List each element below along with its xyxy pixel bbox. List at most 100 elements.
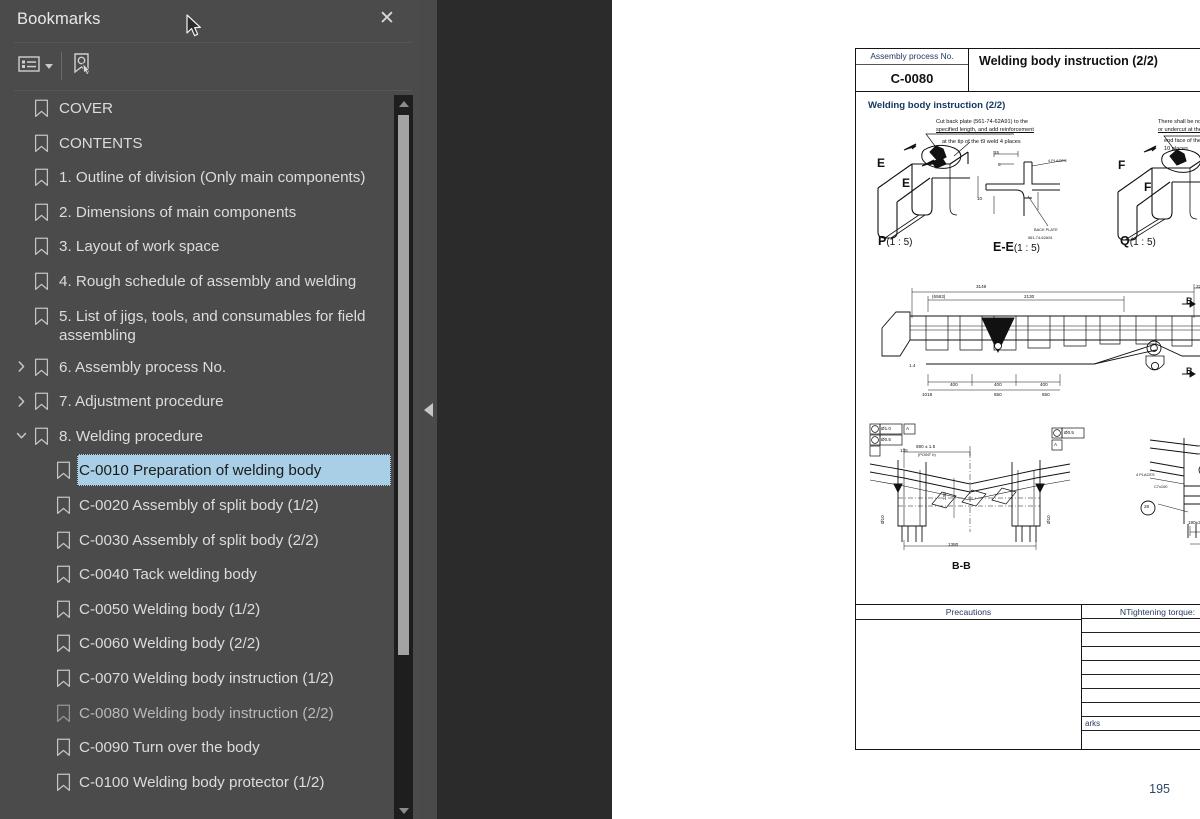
pdf-page: Assembly process No. C-0080 Welding body… xyxy=(612,0,1200,819)
scroll-down-arrow-icon[interactable] xyxy=(394,802,413,819)
bookmark-item[interactable]: 6. Assembly process No. xyxy=(0,351,395,386)
bookmarks-panel-header: Bookmarks ✕ xyxy=(0,0,420,40)
bookmark-icon xyxy=(56,634,71,653)
new-bookmark-button[interactable] xyxy=(72,50,94,82)
bb-dim-1380: 1380 xyxy=(948,542,959,547)
bookmark-icon xyxy=(56,496,71,515)
close-icon[interactable]: ✕ xyxy=(374,6,400,32)
bookmark-item[interactable]: 1. Outline of division (Only main compon… xyxy=(0,161,395,196)
bookmark-item[interactable]: 7. Adjustment procedure xyxy=(0,385,395,420)
bookmark-item-label: 8. Welding procedure xyxy=(59,427,204,445)
bookmark-icon xyxy=(34,99,49,118)
detail-p-section-letter-e2: E xyxy=(902,176,911,190)
side-dim-bracket: (6563) xyxy=(932,294,946,299)
bookmark-item-label: 2. Dimensions of main components xyxy=(59,203,297,221)
bookmark-item[interactable]: 3. Layout of work space xyxy=(0,230,395,265)
scrollbar-thumb[interactable] xyxy=(398,115,409,655)
bookmark-icon xyxy=(34,272,49,291)
assembly-process-label: Assembly process No. xyxy=(856,49,968,65)
table-row xyxy=(1082,619,1200,633)
chevron-down-icon xyxy=(45,63,53,69)
bookmark-item-label: C-0040 Tack welding body xyxy=(79,566,257,584)
bookmark-icon xyxy=(56,531,71,550)
precautions-body xyxy=(856,620,1081,749)
collapse-panel-left-arrow-icon xyxy=(424,402,433,417)
detail-p-note-line2: specified length, and add reinforcement xyxy=(936,127,1034,133)
bookmark-item-label: C-0020 Assembly of split body (1/2) xyxy=(79,496,319,514)
bookmark-item[interactable]: C-0060 Welding body (2/2) xyxy=(0,627,395,662)
view-label-p: P(1 : 5) xyxy=(878,234,913,248)
bookmark-item[interactable]: C-0030 Assembly of split body (2/2) xyxy=(0,524,395,559)
section-ee-detail-drawing xyxy=(977,151,1067,227)
bookmark-icon xyxy=(56,704,71,723)
chevron-right-icon[interactable] xyxy=(13,359,29,375)
assembly-process-cell: Assembly process No. C-0080 xyxy=(856,49,969,91)
table-row xyxy=(1082,633,1200,647)
detail-q-note-line4: 10 places xyxy=(1164,146,1188,152)
bookmark-item[interactable]: C-0070 Welding body instruction (1/2) xyxy=(0,662,395,697)
bookmark-item[interactable]: COVER xyxy=(0,92,395,127)
bookmark-item[interactable]: C-0010 Preparation of welding body xyxy=(0,454,395,489)
bookmark-item-label: C-0070 Welding body instruction (1/2) xyxy=(79,669,334,687)
bb-dim-235: 235 xyxy=(942,492,947,500)
bb-datum-a-left: A xyxy=(906,426,910,431)
bookmark-icon xyxy=(34,427,49,446)
drawing-sheet: Assembly process No. C-0080 Welding body… xyxy=(855,48,1200,750)
bookmark-item[interactable]: C-0050 Welding body (1/2) xyxy=(0,593,395,628)
document-viewer[interactable]: Assembly process No. C-0080 Welding body… xyxy=(437,0,1200,819)
drawing-body-title: Welding body instruction (2/2) xyxy=(868,100,1006,111)
torque-header: NTightening torque: xyxy=(1082,605,1200,618)
scroll-up-arrow-icon[interactable] xyxy=(394,95,413,112)
bookmark-item-label: COVER xyxy=(59,100,114,117)
application-window: Bookmarks ✕ COVER CONTENTS 1. Outline of… xyxy=(0,0,1200,819)
ee-dim-6: 6 xyxy=(998,162,1001,167)
ee-back-plate-label: BACK PLATE xyxy=(1034,227,1058,232)
bookmark-item-label: CONTENTS xyxy=(59,134,143,152)
bookmark-icon xyxy=(34,168,49,187)
bookmark-item[interactable]: C-0080 Welding body instruction (2/2) xyxy=(0,697,395,732)
bookmark-icon xyxy=(34,134,49,153)
torque-column: NTightening torque: arks xyxy=(1082,605,1200,749)
detail-p-note-line1: Cut back plate (561-74-62A91) to the xyxy=(936,119,1029,125)
side-dim-1018: 1018 xyxy=(922,392,933,397)
bb-datum-a-right: A xyxy=(1054,442,1058,447)
view-label-q: Q(1 : 5) xyxy=(1120,234,1156,248)
bookmark-item[interactable]: C-0100 Welding body protector (1/2) xyxy=(0,766,395,801)
bookmark-item-label: C-0080 Welding body instruction (2/2) xyxy=(79,704,334,722)
detail-q-section-letter-f1: F xyxy=(1118,158,1126,172)
bb-tol-1-0: Ø1.0 xyxy=(881,426,891,431)
bookmark-icon xyxy=(56,773,71,792)
toolbar-divider xyxy=(14,90,412,91)
bookmark-item[interactable]: CONTENTS xyxy=(0,127,395,162)
table-row xyxy=(1082,661,1200,675)
chevron-down-icon[interactable] xyxy=(13,428,29,444)
bookmark-icon xyxy=(34,237,49,256)
side-dim-400-a: 400 xyxy=(950,382,958,387)
bookmarks-scrollbar[interactable] xyxy=(394,95,413,819)
bookmarks-toolbar xyxy=(0,44,420,89)
bookmark-item[interactable]: C-0020 Assembly of split body (1/2) xyxy=(0,489,395,524)
bookmarks-panel: Bookmarks ✕ COVER CONTENTS 1. Outline of… xyxy=(0,0,420,819)
bookmark-item[interactable]: 4. Rough schedule of assembly and weldin… xyxy=(0,265,395,300)
bookmark-item-label: 3. Layout of work space xyxy=(59,238,220,256)
sheet-title-block: Assembly process No. C-0080 Welding body… xyxy=(856,49,1200,92)
sheet-drawing-area: Welding body instruction (2/2) Cut back … xyxy=(856,92,1200,605)
bookmark-item[interactable]: 8. Welding procedure xyxy=(0,420,395,455)
bookmarks-scroll-area: COVER CONTENTS 1. Outline of division (Onl… xyxy=(0,92,420,819)
bookmark-item[interactable]: 2. Dimensions of main components xyxy=(0,196,395,231)
bookmark-item[interactable]: 5. List of jigs, tools, and consumables … xyxy=(0,300,395,351)
bb-dim-right-dia: Ø10 xyxy=(1046,515,1051,524)
new-bookmark-icon xyxy=(72,52,94,81)
assembly-process-number: C-0080 xyxy=(890,70,934,86)
bookmark-item[interactable]: C-0040 Tack welding body xyxy=(0,558,395,593)
bookmark-options-button[interactable] xyxy=(18,50,53,82)
bookmark-item[interactable]: C-0090 Turn over the body xyxy=(0,731,395,766)
bookmark-item-label: C-0010 Preparation of welding body xyxy=(77,454,391,487)
table-row xyxy=(1082,689,1200,703)
bookmark-item-label: C-0090 Turn over the body xyxy=(79,739,260,757)
collapse-panel-button[interactable] xyxy=(420,0,437,819)
chevron-right-icon[interactable] xyxy=(13,393,29,409)
ee-dim-15: 15 xyxy=(994,150,1000,155)
section-label-bb: B-B xyxy=(952,560,971,572)
bookmark-icon xyxy=(56,738,71,757)
